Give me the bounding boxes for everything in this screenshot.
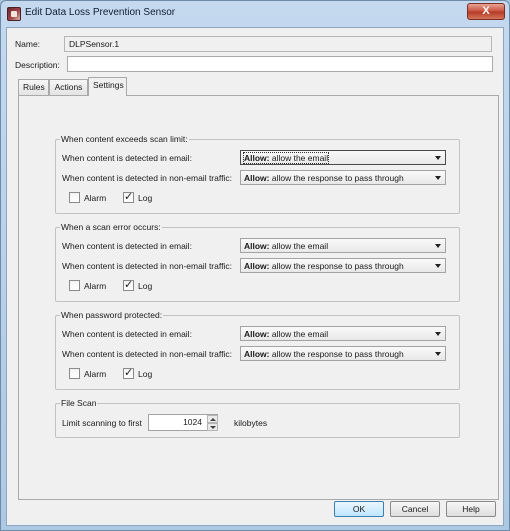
log-checkbox[interactable]: ✓ — [123, 279, 134, 291]
alarm-label: Alarm — [84, 281, 107, 291]
log-label: Log — [138, 193, 153, 203]
dialog-window: Edit Data Loss Prevention Sensor X Name:… — [0, 0, 510, 531]
chevron-down-icon — [435, 156, 441, 160]
spin-down-icon[interactable] — [207, 423, 218, 431]
tab-settings[interactable]: Settings — [88, 77, 127, 96]
alarm-checkbox[interactable] — [69, 192, 80, 203]
scan-limit-group: When content exceeds scan limit: When co… — [55, 134, 460, 214]
description-label: Description: — [15, 60, 60, 70]
chevron-down-icon — [435, 176, 441, 180]
ok-button[interactable]: OK — [334, 501, 384, 517]
alarm-label: Alarm — [84, 193, 107, 203]
scan-error-group: When a scan error occurs: When content i… — [55, 222, 460, 302]
tab-actions[interactable]: Actions — [49, 79, 88, 95]
email-label: When content is detected in email: — [62, 329, 192, 339]
alarm-checkbox[interactable] — [69, 280, 80, 291]
spin-up-icon[interactable] — [207, 415, 218, 423]
file-scan-group: File Scan Limit scanning to first 1024 k… — [55, 398, 460, 438]
name-label: Name: — [15, 39, 41, 49]
group-legend: File Scan — [60, 398, 98, 408]
nonemail-action-dropdown[interactable]: Allow: allow the response to pass throug… — [240, 346, 446, 361]
email-action-dropdown[interactable]: Allow: allow the email — [240, 326, 446, 341]
chevron-down-icon — [435, 244, 441, 248]
log-label: Log — [138, 281, 153, 291]
email-label: When content is detected in email: — [62, 153, 192, 163]
description-field[interactable] — [67, 56, 493, 72]
tab-rules[interactable]: Rules — [18, 79, 49, 95]
checkmark-icon: ✓ — [124, 367, 134, 379]
title-bar[interactable]: Edit Data Loss Prevention Sensor X — [1, 1, 509, 27]
alarm-label: Alarm — [84, 369, 107, 379]
alarm-checkbox[interactable] — [69, 368, 80, 379]
settings-panel: When content exceeds scan limit: When co… — [18, 95, 499, 500]
dlp-sensor-icon — [7, 7, 21, 21]
checkmark-icon: ✓ — [124, 191, 134, 203]
dialog-body: Name: DLPSensor.1 Description: Rules Act… — [6, 27, 504, 526]
close-button[interactable]: X — [467, 3, 505, 20]
kilobytes-unit: kilobytes — [234, 418, 268, 428]
group-legend: When password protected: — [60, 310, 164, 320]
nonemail-label: When content is detected in non-email tr… — [62, 349, 232, 359]
chevron-down-icon — [435, 264, 441, 268]
window-title: Edit Data Loss Prevention Sensor — [25, 7, 176, 18]
nonemail-action-dropdown[interactable]: Allow: allow the response to pass throug… — [240, 258, 446, 273]
limit-scanning-label: Limit scanning to first — [62, 418, 142, 428]
chevron-down-icon — [435, 332, 441, 336]
nonemail-label: When content is detected in non-email tr… — [62, 173, 232, 183]
nonemail-label: When content is detected in non-email tr… — [62, 261, 232, 271]
group-legend: When content exceeds scan limit: — [60, 134, 189, 144]
group-legend: When a scan error occurs: — [60, 222, 162, 232]
log-checkbox[interactable]: ✓ — [123, 191, 134, 203]
log-checkbox[interactable]: ✓ — [123, 367, 134, 379]
email-action-dropdown[interactable]: Allow: allow the email — [240, 150, 446, 165]
log-label: Log — [138, 369, 153, 379]
help-button[interactable]: Help — [446, 501, 496, 517]
email-label: When content is detected in email: — [62, 241, 192, 251]
name-field[interactable]: DLPSensor.1 — [64, 36, 492, 52]
email-action-dropdown[interactable]: Allow: allow the email — [240, 238, 446, 253]
nonemail-action-dropdown[interactable]: Allow: allow the response to pass throug… — [240, 170, 446, 185]
password-protected-group: When password protected: When content is… — [55, 310, 460, 390]
checkmark-icon: ✓ — [124, 279, 134, 291]
cancel-button[interactable]: Cancel — [390, 501, 440, 517]
chevron-down-icon — [435, 352, 441, 356]
